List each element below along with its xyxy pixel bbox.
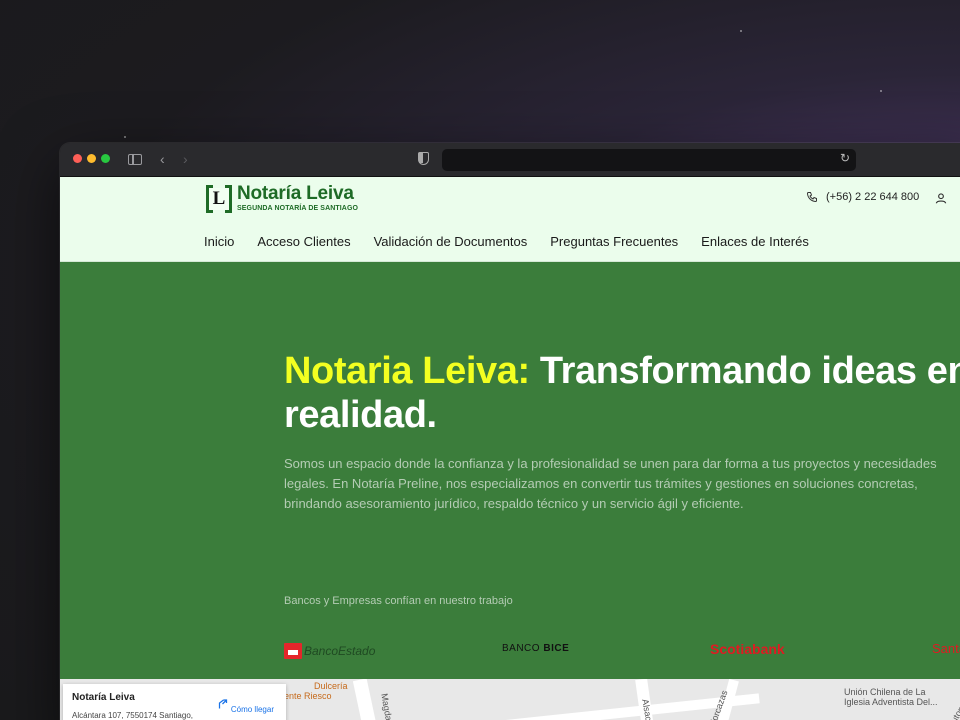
maximize-window-button[interactable] (101, 154, 110, 163)
back-arrow-icon[interactable]: ‹ (160, 150, 165, 168)
bice-logo: BANCO BICE (502, 643, 569, 654)
logo-subtitle: SEGUNDA NOTARÍA DE SANTIAGO (237, 205, 359, 212)
forward-arrow-icon[interactable]: › (183, 150, 188, 168)
directions-label: Cómo llegar (230, 705, 274, 714)
nav-item-acceso-clientes[interactable]: Acceso Clientes (257, 234, 350, 249)
logo-mark: L (206, 184, 232, 213)
bice-text-bold: BICE (543, 643, 570, 654)
map-road (352, 679, 382, 720)
hero-title-rest: Transformando ideas en (529, 350, 960, 392)
partner-logos: BancoEstado BANCO BICE Scotiabank Santan… (284, 639, 960, 663)
map-label: Alsac (640, 698, 654, 720)
hero-title: Notaria Leiva: Transformando ideas en rea… (284, 349, 960, 437)
map-label: ente Riesco (284, 691, 332, 701)
close-window-button[interactable] (73, 154, 82, 163)
bancoestado-mark-icon (284, 643, 302, 659)
nav-item-validacion-documentos[interactable]: Validación de Documentos (374, 234, 528, 249)
address-bar[interactable]: ↻ (442, 149, 856, 171)
logo-title: Notaría Leiva (237, 183, 354, 204)
bancoestado-text: BancoEstado (304, 644, 376, 658)
privacy-shield-icon[interactable] (418, 152, 429, 165)
browser-window: ‹ › ↻ L Notaría Leiva SEGUNDA NOTARÍA DE… (60, 143, 960, 720)
phone-icon (806, 192, 817, 203)
nav-item-preguntas-frecuentes[interactable]: Preguntas Frecuentes (550, 234, 678, 249)
phone-link[interactable]: (+56) 2 22 644 800 (806, 191, 919, 203)
santander-logo: Santander (932, 641, 960, 656)
star (740, 30, 742, 32)
map-label: Autop. V (945, 702, 960, 720)
hero-title-highlight: Notaria Leiva: (284, 350, 530, 392)
main-nav: Inicio Acceso Clientes Validación de Doc… (204, 234, 832, 249)
place-card[interactable]: Notaría Leiva Alcántara 107, 7550174 San… (63, 684, 286, 720)
map-label: Unión Chilena de La (844, 687, 926, 697)
map-label: Iglesia Adventista Del... (844, 697, 938, 707)
map-label: Dulcería (314, 681, 348, 691)
minimize-window-button[interactable] (87, 154, 96, 163)
star (880, 90, 882, 92)
sidebar-toggle-icon[interactable] (128, 154, 142, 165)
phone-number: (+56) 2 22 644 800 (826, 191, 920, 203)
directions-button[interactable]: Cómo llegar (217, 698, 274, 714)
bice-text-light: BANCO (502, 643, 544, 654)
reload-icon[interactable]: ↻ (840, 151, 850, 165)
map-label: Magdal (379, 692, 395, 720)
bancoestado-logo: BancoEstado (284, 643, 375, 659)
star (124, 136, 126, 138)
hero-description: Somos un espacio donde la confianza y la… (284, 456, 937, 511)
location-map[interactable]: Dulcería ente Riesco Magdal Alsac Forcaz… (60, 679, 960, 720)
site-logo[interactable]: L Notaría Leiva SEGUNDA NOTARÍA DE SANTI… (206, 184, 358, 213)
browser-titlebar: ‹ › ↻ (60, 143, 960, 177)
nav-item-enlaces-interes[interactable]: Enlaces de Interés (701, 234, 809, 249)
partners-label: Bancos y Empresas confían en nuestro tra… (284, 595, 513, 607)
hero-title-line2: realidad. (284, 394, 437, 436)
site-header: L Notaría Leiva SEGUNDA NOTARÍA DE SANTI… (60, 177, 960, 262)
scotiabank-logo: Scotiabank (710, 641, 785, 657)
directions-icon (218, 699, 227, 709)
user-account-icon[interactable] (934, 191, 948, 205)
nav-item-inicio[interactable]: Inicio (204, 234, 234, 249)
web-page: L Notaría Leiva SEGUNDA NOTARÍA DE SANTI… (60, 177, 960, 720)
